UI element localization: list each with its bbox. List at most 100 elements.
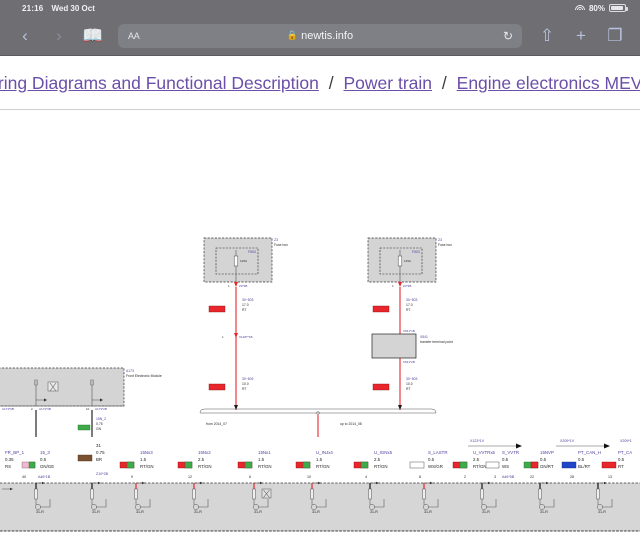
size-12: 0.5 [578, 457, 585, 462]
size-11: 0.5 [540, 457, 547, 462]
col-11: GN/RT [540, 464, 554, 469]
breadcrumb: iring Diagrams and Functional Descriptio… [0, 57, 640, 109]
sig-10: S_VVTR [502, 450, 519, 455]
address-bar[interactable]: AA 🔒 newtis.info ↻ [118, 23, 522, 48]
col-4: RT/GN [198, 464, 212, 469]
size-13: 0.5 [618, 457, 625, 462]
col-10: WS [502, 464, 509, 469]
swatch-3b [126, 461, 135, 469]
pin-0: 40 [22, 475, 26, 479]
battery-icon [609, 4, 628, 12]
swatch-0b [28, 461, 36, 469]
ground-label: 31-R [136, 510, 144, 514]
ground-label: 31-R [312, 510, 320, 514]
size-7: 2.5 [374, 457, 381, 462]
col-6: RT/GN [316, 464, 330, 469]
arrow-label-1: X209*1V [560, 439, 575, 443]
bottom-connector-strip[interactable]: .B { font-family:"Liberation Sans", sans… [0, 437, 640, 557]
col-5: RT/GN [258, 464, 272, 469]
browser-toolbar: ‹ › 📖 AA 🔒 newtis.info ↻ ⇧ + ❐ [0, 16, 640, 56]
swatch-7b [360, 461, 369, 469]
size-10: 0.5 [502, 457, 509, 462]
swatch-11b [530, 461, 539, 469]
sig-0: FR_BP_1 [5, 450, 25, 455]
status-date: Wed 30 Oct [51, 3, 95, 13]
terminal-strip[interactable]: 31-R 31-R 31-R 31-R 31-R 31-R 31-R 31-R … [0, 481, 640, 532]
ground-label: 31-R [370, 510, 378, 514]
swatch-12 [561, 461, 577, 469]
ios-status-bar: 21:16 Wed 30 Oct 80% [0, 0, 640, 16]
breadcrumb-separator: / [328, 72, 334, 93]
wifi-icon [574, 4, 585, 12]
sig-8: S_LASTR [428, 450, 448, 455]
swatch-5b [244, 461, 253, 469]
pin-13: 13 [608, 475, 612, 479]
col-7: RT/GN [374, 464, 388, 469]
arrow-connectors[interactable]: X123*1V X209*1V X209*1 [468, 439, 632, 449]
plus-icon[interactable]: + [564, 27, 598, 44]
pin-5: 6 [249, 475, 251, 479]
ground-label: 31-R [36, 510, 44, 514]
pin-12: 28 [570, 475, 574, 479]
sig-13: PT_CA [618, 450, 632, 455]
col-9: RT/GN [473, 464, 487, 469]
sig-4: 15Nx2 [198, 450, 211, 455]
book-icon[interactable]: 📖 [76, 27, 110, 44]
col-3: RT/GN [140, 464, 154, 469]
breadcrumb-item-0[interactable]: iring Diagrams and Functional Descriptio… [0, 73, 319, 93]
share-icon[interactable]: ⇧ [530, 27, 564, 44]
col-0: RS [5, 464, 11, 469]
sig-12: PT_CAN_H [578, 450, 601, 455]
url-text: newtis.info [301, 29, 354, 42]
pin-11: 22 [530, 475, 534, 479]
ground-label: 31-R [254, 510, 262, 514]
size-9: 2.5 [473, 457, 480, 462]
conn-2: Z10*2B [96, 472, 109, 476]
breadcrumb-item-1[interactable]: Power train [344, 73, 433, 93]
ground-label: 31-R [540, 510, 548, 514]
conn-0: A46*1B [38, 475, 51, 479]
size-2: 0.75 [96, 450, 105, 455]
sig-11: 15NVP [540, 450, 554, 455]
sig-9: U_VVTRx6 [473, 450, 496, 455]
lock-icon: 🔒 [286, 30, 299, 40]
ground-label: 31-R [194, 510, 202, 514]
sig-2: 31 [96, 443, 101, 448]
size-4: 2.5 [198, 457, 205, 462]
pin-7: 4 [365, 475, 367, 479]
col-13: RT [618, 464, 624, 469]
sig-5: 15Nx1 [258, 450, 271, 455]
tabs-icon[interactable]: ❐ [598, 27, 632, 44]
breadcrumb-item-2[interactable]: Engine electronics MEVD [457, 73, 640, 93]
conn-10: A46*5B [502, 475, 515, 479]
sig-6: U_INJx4 [316, 450, 333, 455]
pin-4: 12 [188, 475, 192, 479]
pin-10: 3 [494, 475, 496, 479]
arrow-label-0: X123*1V [470, 439, 485, 443]
ground-label: 31-R [598, 510, 606, 514]
back-icon[interactable]: ‹ [8, 27, 42, 44]
forward-icon[interactable]: › [42, 27, 76, 44]
swatch-2 [77, 454, 93, 462]
ground-label: 31-R [482, 510, 490, 514]
swatch-6b [302, 461, 311, 469]
swatch-9b [459, 461, 468, 469]
sig-1: 15_3 [40, 450, 50, 455]
size-0: 0.35 [5, 457, 14, 462]
wire-labels: FR_BP_1 0.35 RS 40 A46*1B 15_3 0.5 GN/GE… [5, 443, 632, 479]
size-3: 1.5 [140, 457, 147, 462]
sig-7: U_IGNx5 [374, 450, 393, 455]
swatch-13 [601, 461, 617, 469]
col-8: WS/GR [428, 464, 443, 469]
arrow-label-2: X209*1 [620, 439, 632, 443]
size-5: 1.5 [258, 457, 265, 462]
swatch-4b [184, 461, 193, 469]
ground-label: 31-R [424, 510, 432, 514]
swatch-10 [485, 461, 500, 469]
col-1: GN/GE [40, 464, 54, 469]
pin-3: 9 [131, 475, 133, 479]
size-6: 1.5 [316, 457, 323, 462]
swatch-8 [409, 461, 425, 469]
size-1: 0.5 [40, 457, 47, 462]
col-12: BL/RT [578, 464, 591, 469]
